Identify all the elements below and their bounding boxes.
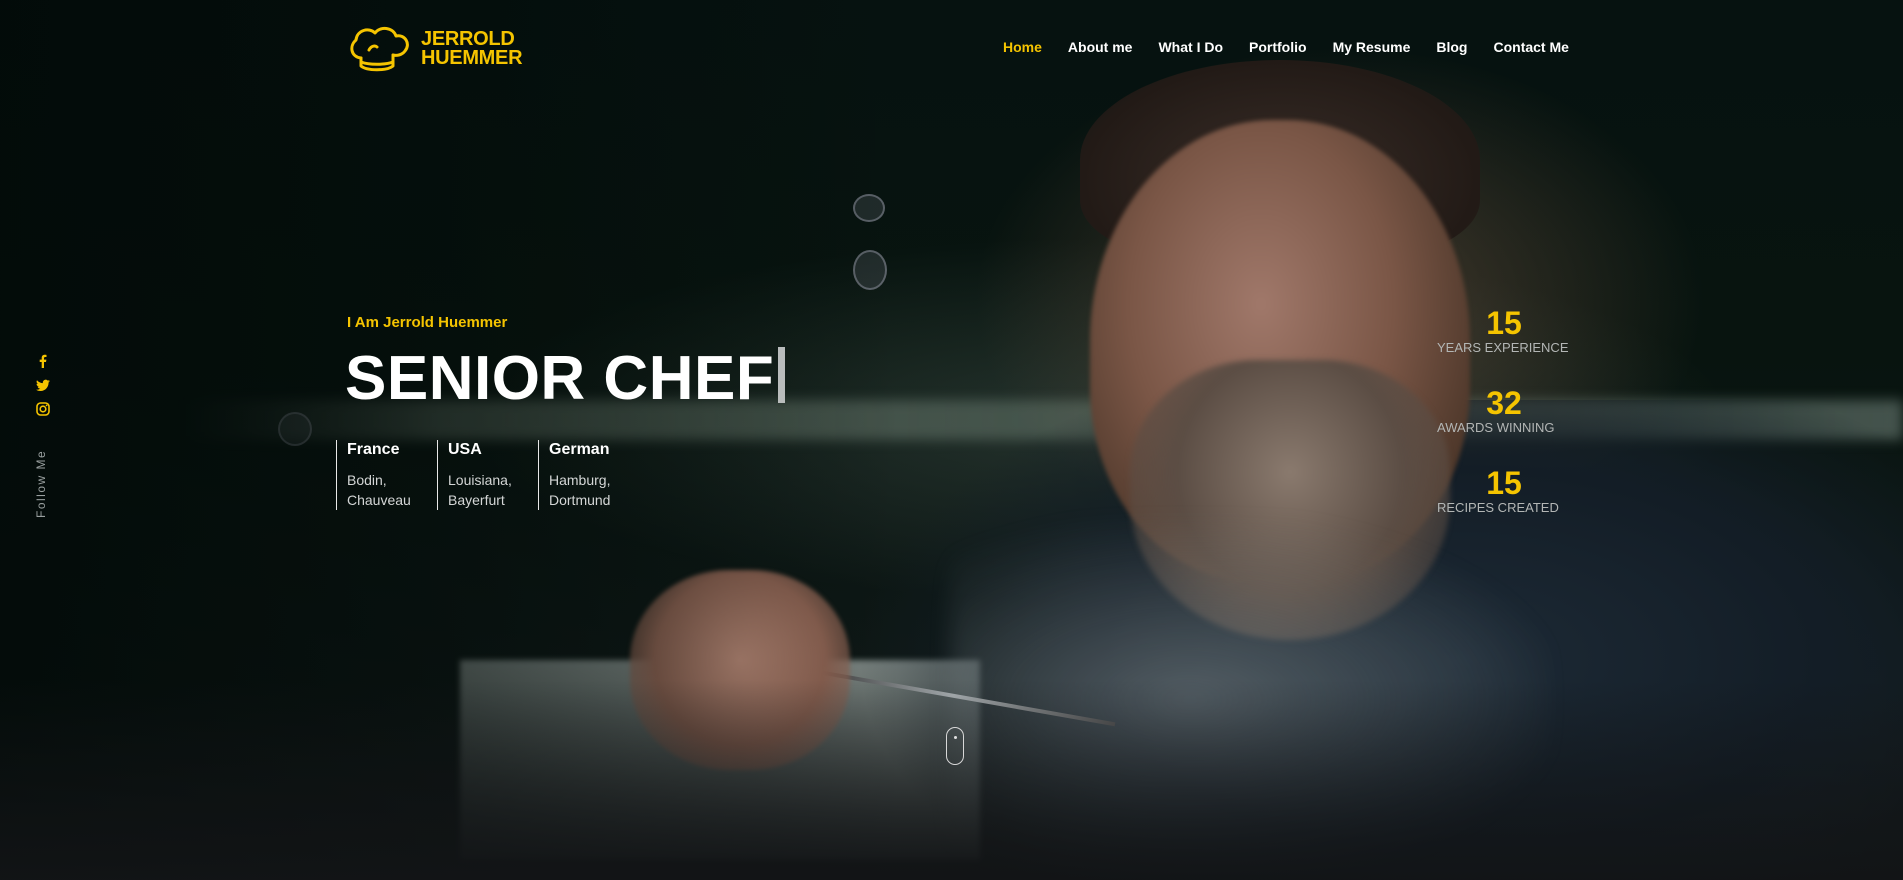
mouse-scroll-icon[interactable]: [946, 727, 964, 765]
follow-me-label: Follow Me: [34, 449, 48, 518]
facebook-icon[interactable]: [36, 354, 50, 368]
location-country: USA: [448, 441, 482, 458]
location-item: USA Louisiana, Bayerfurt: [437, 440, 538, 510]
stat-label: YEARS EXPERIENCE: [1437, 340, 1569, 355]
location-cities: Bodin, Chauveau: [347, 472, 411, 508]
location-item: German Hamburg, Dortmund: [538, 440, 639, 510]
stat-value: 15: [1486, 305, 1522, 341]
location-cities: Hamburg, Dortmund: [549, 472, 611, 508]
scroll-wheel-dot: [954, 736, 957, 739]
main-nav: Home About me What I Do Portfolio My Res…: [1003, 39, 1595, 55]
instagram-icon[interactable]: [36, 402, 50, 416]
nav-what-i-do[interactable]: What I Do: [1158, 39, 1223, 55]
social-links: [36, 354, 50, 416]
hero-title: SENIOR CHEF: [345, 343, 786, 415]
twitter-icon[interactable]: [36, 378, 50, 392]
stat-recipes-created: 15 RECIPES CREATED: [1437, 466, 1561, 546]
chef-hat-icon: [347, 24, 413, 74]
nav-portfolio[interactable]: Portfolio: [1249, 39, 1307, 55]
hero-intro: I Am Jerrold Huemmer: [347, 314, 508, 331]
locations-list: France Bodin, Chauveau USA Louisiana, Ba…: [336, 440, 639, 510]
nav-my-resume[interactable]: My Resume: [1333, 39, 1411, 55]
stat-value: 32: [1486, 385, 1522, 421]
brand-name: JERROLD HUEMMER: [421, 29, 523, 69]
stat-value: 15: [1486, 465, 1522, 501]
nav-blog[interactable]: Blog: [1436, 39, 1467, 55]
nav-contact-me[interactable]: Contact Me: [1493, 39, 1568, 55]
location-cities: Louisiana, Bayerfurt: [448, 472, 512, 508]
stats-panel: 15 YEARS EXPERIENCE 32 AWARDS WINNING 15…: [1437, 306, 1587, 546]
typing-caret: [778, 347, 786, 403]
stat-years-experience: 15 YEARS EXPERIENCE: [1437, 305, 1569, 386]
bottom-shade-overlay: [0, 680, 1903, 880]
nav-about-me[interactable]: About me: [1068, 39, 1133, 55]
stat-label: RECIPES CREATED: [1437, 500, 1559, 515]
brand-line-2: HUEMMER: [421, 47, 523, 69]
location-country: German: [549, 441, 610, 458]
location-item: France Bodin, Chauveau: [336, 440, 437, 510]
location-country: France: [347, 441, 400, 458]
hero-title-text: SENIOR CHEF: [345, 344, 775, 413]
site-logo[interactable]: JERROLD HUEMMER: [347, 24, 523, 74]
nav-home[interactable]: Home: [1003, 39, 1042, 55]
stat-awards-winning: 32 AWARDS WINNING: [1437, 386, 1561, 466]
stat-label: AWARDS WINNING: [1437, 420, 1555, 435]
